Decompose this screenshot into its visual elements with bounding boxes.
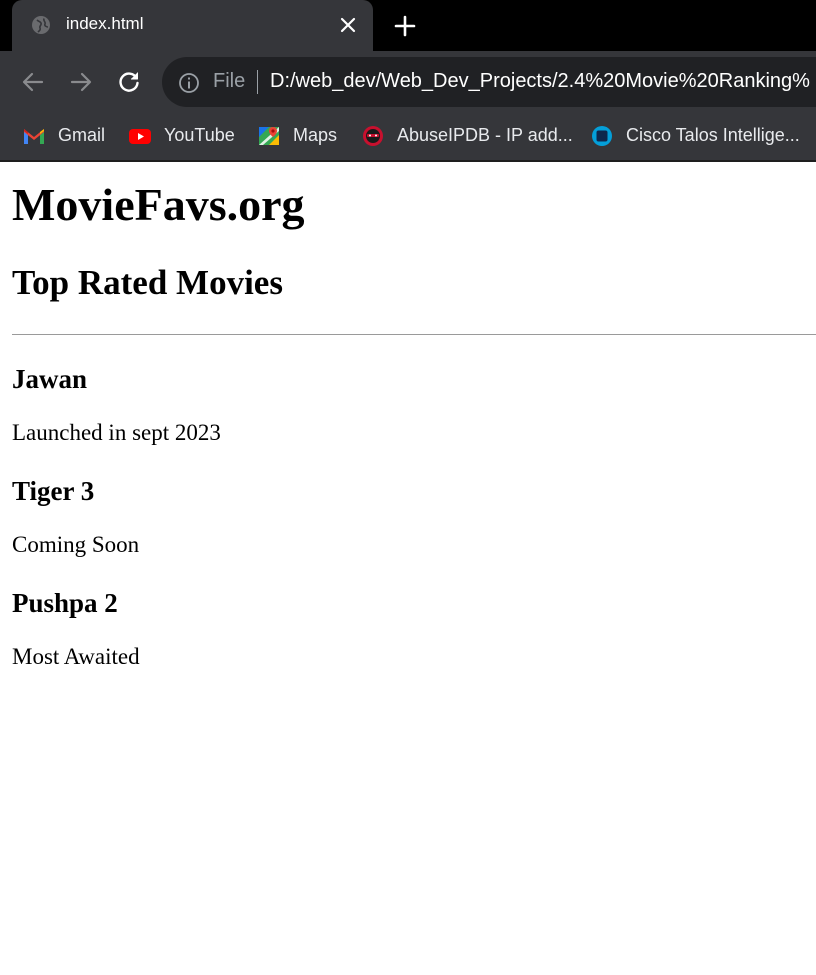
movie-title: Pushpa 2 [12,588,118,618]
reload-icon[interactable] [116,69,142,95]
browser-toolbar: File D:/web_dev/Web_Dev_Projects/2.4%20M… [0,51,816,112]
bookmark-label: AbuseIPDB - IP add... [397,125,573,145]
page-content: MovieFavs.org Top Rated Movies Jawan Lau… [0,180,816,671]
back-arrow-icon[interactable] [20,69,46,95]
horizontal-divider [12,334,816,335]
movie-title: Jawan [12,364,88,394]
address-url[interactable]: D:/web_dev/Web_Dev_Projects/2.4%20Movie%… [270,70,810,93]
abuseipdb-icon [363,126,383,146]
movie-entry-jawan: Jawan Launched in sept 2023 [12,363,816,447]
maps-icon [259,127,279,145]
bookmark-label: Maps [293,125,338,145]
bookmarks-bar: Gmail YouTube Maps AbuseIPDB - IP add... [0,112,816,162]
bookmark-label: YouTube [164,125,235,145]
site-title: MovieFavs.org [12,179,305,230]
info-icon[interactable] [178,72,200,94]
movie-description: Coming Soon [12,532,140,557]
movie-description: Launched in sept 2023 [12,420,221,445]
movie-description: Most Awaited [12,644,140,669]
address-scheme-label: File [213,70,246,92]
globe-icon [32,16,50,34]
cisco-talos-icon [592,126,612,146]
tab-title: index.html [66,14,144,33]
movie-entry-tiger-3: Tiger 3 Coming Soon [12,475,816,559]
section-title: Top Rated Movies [12,263,283,302]
new-tab-icon[interactable] [393,14,417,38]
address-bar[interactable]: File D:/web_dev/Web_Dev_Projects/2.4%20M… [162,57,816,107]
tab-strip: index.html [0,0,816,51]
close-icon[interactable] [338,15,358,35]
bookmark-label: Cisco Talos Intellige... [626,125,800,145]
movie-title: Tiger 3 [12,476,95,506]
youtube-icon [129,129,151,144]
browser-tab[interactable]: index.html [12,0,373,51]
gmail-icon [24,129,44,144]
movie-entry-pushpa-2: Pushpa 2 Most Awaited [12,587,816,671]
bookmark-label: Gmail [58,125,106,145]
forward-arrow-icon[interactable] [68,69,94,95]
address-divider [257,70,258,94]
